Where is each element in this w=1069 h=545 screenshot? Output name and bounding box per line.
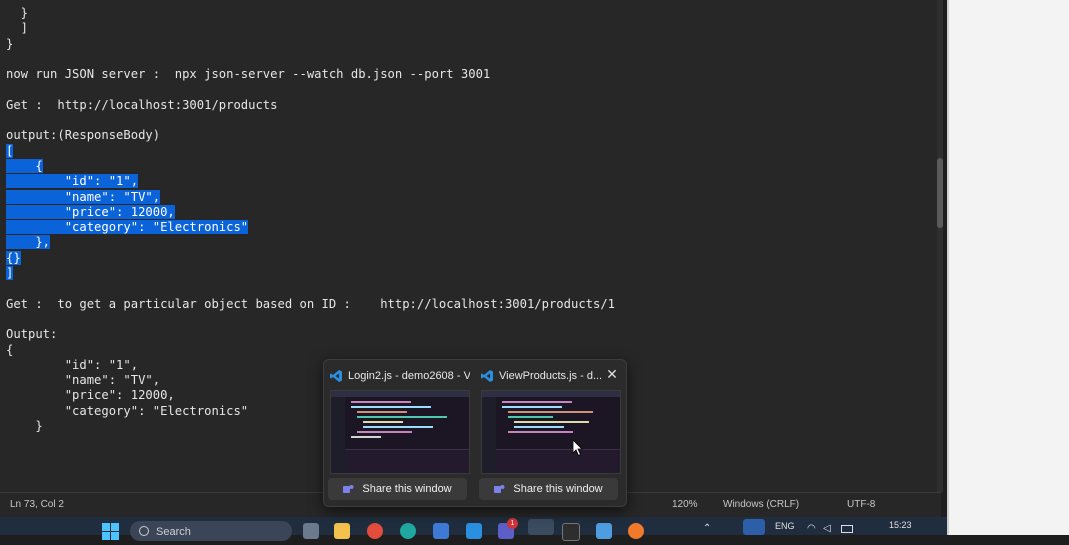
code-line[interactable]: "price": 12000, [6,204,615,220]
task-view-icon[interactable] [303,523,319,539]
code-line-text: {} [6,250,21,265]
vscode-icon [330,370,342,382]
code-line-text: [ [6,143,14,158]
code-line-text: "category": "Electronics" [6,220,249,235]
code-line[interactable] [6,113,615,128]
code-line-text: ] [6,21,29,36]
code-line-text: "price": 12000, [6,204,175,219]
file-explorer-icon[interactable] [334,523,350,539]
window-preview-header: ViewProducts.js - d... [481,368,621,384]
vscode-taskbar-icon[interactable] [466,523,482,539]
code-line[interactable]: Output: [6,327,615,342]
share-window-label: Share this window [362,483,452,495]
chrome-icon[interactable] [367,523,383,539]
teams-icon [343,484,354,493]
code-line[interactable]: Get : http://localhost:3001/products [6,98,615,113]
teams-badge: 1 [507,518,518,529]
code-line[interactable]: { [6,343,615,358]
window-preview-header: Login2.js - demo2608 - Vi... [330,368,470,384]
code-line-text: "name": "TV", [6,373,161,388]
chevron-up-icon[interactable]: ⌃ [703,523,711,534]
code-line-text: ] [6,266,14,281]
scrollbar-thumb[interactable] [937,158,943,228]
store-icon[interactable] [433,523,449,539]
notepad-icon[interactable] [596,523,612,539]
battery-icon[interactable] [841,525,853,533]
code-line[interactable]: ] [6,266,615,281]
code-line[interactable] [6,52,615,67]
code-line-text: "price": 12000, [6,388,175,403]
vscode-icon [481,370,493,382]
code-line[interactable]: { [6,158,615,174]
code-line-text: { [6,158,43,173]
code-line-text: Get : http://localhost:3001/products [6,97,278,112]
cursor-position[interactable]: Ln 73, Col 2 [10,499,64,510]
code-line-text: output:(ResponseBody) [6,128,161,143]
teams-taskbar-icon[interactable]: 1 [498,518,518,539]
code-line[interactable]: now run JSON server : npx json-server --… [6,67,615,82]
search-placeholder: Search [156,526,191,538]
mouse-pointer-icon [573,440,583,456]
code-line-text: { [6,342,14,357]
edge-icon[interactable] [400,523,416,539]
code-line[interactable] [6,312,615,327]
clock-time[interactable]: 15:23 [889,520,912,530]
wifi-icon[interactable]: ◠ [807,523,816,534]
share-window-button[interactable]: Share this window [479,478,618,500]
code-line-text: "id": "1", [6,174,139,189]
window-title: Login2.js - demo2608 - Vi... [348,370,470,382]
language-indicator[interactable]: ENG [775,521,795,531]
code-line[interactable]: } [6,6,615,21]
code-line[interactable]: } [6,37,615,52]
teams-icon [494,484,505,493]
code-line-text: now run JSON server : npx json-server --… [6,67,491,82]
app-icon[interactable] [628,523,644,539]
code-line-text: "id": "1", [6,357,139,372]
taskbar: Search 1 ⌃ ENG ◠ ◁ 15:23 [0,517,947,541]
code-line-text: } [6,6,29,20]
share-window-button[interactable]: Share this window [328,478,467,500]
code-line[interactable]: ] [6,21,615,36]
microphone-icon[interactable] [743,519,765,535]
teams-active-window-icon[interactable] [528,519,554,535]
window-thumbnail[interactable] [481,390,621,474]
code-line[interactable]: [ [6,143,615,159]
encoding[interactable]: UTF-8 [847,499,875,510]
window-thumbnail[interactable] [330,390,470,474]
code-line-text: } [6,419,43,434]
code-line-text: Output: [6,327,58,342]
line-ending[interactable]: Windows (CRLF) [723,499,799,510]
zoom-level[interactable]: 120% [672,499,698,510]
vertical-scrollbar[interactable] [937,0,943,492]
code-line[interactable]: Get : to get a particular object based o… [6,297,615,312]
close-icon[interactable]: ✕ [604,366,620,382]
code-line[interactable]: {} [6,250,615,266]
share-window-label: Share this window [513,483,603,495]
code-line[interactable]: "category": "Electronics" [6,220,615,235]
terminal-icon[interactable] [562,523,580,541]
code-line-text: } [6,36,14,51]
window-preview-1[interactable]: Login2.js - demo2608 - Vi... Share this … [326,366,471,500]
code-line-text: }, [6,235,51,250]
code-line-text: Get : to get a particular object based o… [6,296,616,311]
code-line[interactable]: output:(ResponseBody) [6,128,615,143]
start-icon[interactable] [102,523,119,540]
background-window [947,0,1069,535]
code-line[interactable]: }, [6,235,615,250]
code-line[interactable] [6,82,615,97]
code-line[interactable]: "name": "TV", [6,189,615,205]
code-line[interactable]: "id": "1", [6,174,615,189]
code-line-text: "name": "TV", [6,189,161,204]
window-preview-2[interactable]: ViewProducts.js - d... Share this window [477,366,622,500]
code-line-text: "category": "Electronics" [6,403,249,418]
window-title: ViewProducts.js - d... [499,370,603,382]
volume-icon[interactable]: ◁ [823,523,831,534]
taskbar-window-preview: Login2.js - demo2608 - Vi... Share this … [323,359,627,507]
taskbar-search[interactable]: Search [130,521,292,541]
code-line[interactable] [6,281,615,296]
